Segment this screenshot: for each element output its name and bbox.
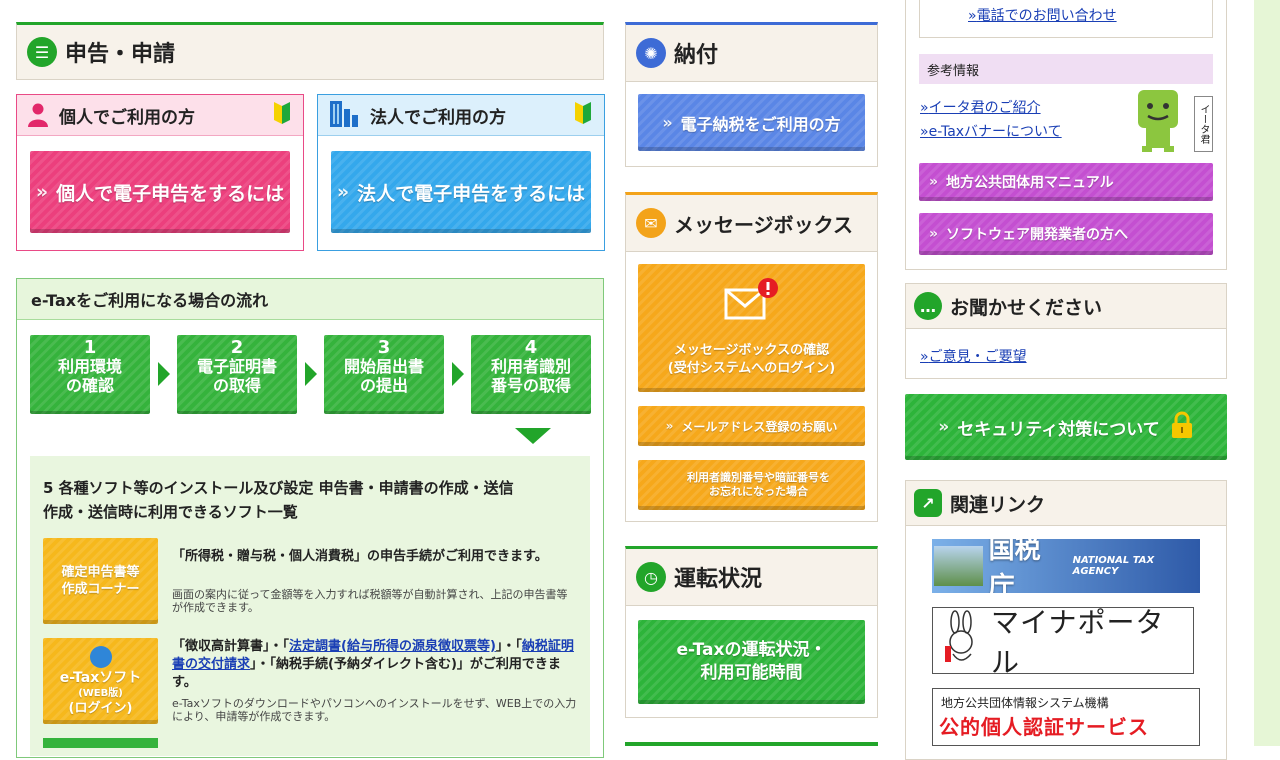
flow-step-3-button[interactable]: 3 開始届出書 の提出 xyxy=(324,335,444,414)
messagebox-confirm-button[interactable]: メッセージボックスの確認 (受付システムへのログイン) xyxy=(638,264,865,392)
software-list-title: 作成・送信時に利用できるソフト一覧 xyxy=(43,503,298,521)
individual-box: 個人でご利用の方 » 個人で電子申告をするには xyxy=(16,94,304,251)
feedback-header: … お聞かせください xyxy=(906,284,1226,329)
messagebox-header: ✉ メッセージボックス xyxy=(626,195,877,252)
etakun-label: イータ君 xyxy=(1194,96,1213,152)
chevron-right-icon: » xyxy=(665,419,674,433)
flow-step-1-button[interactable]: 1 利用環境 の確認 xyxy=(30,335,150,414)
chevron-right-icon: » xyxy=(336,181,350,203)
flow-title: e-Taxをご利用になる場合の流れ xyxy=(31,291,269,310)
opinion-link[interactable]: »ご意見・ご要望 xyxy=(920,346,1027,366)
etax-banner-link[interactable]: »e-Taxバナーについて xyxy=(920,121,1062,141)
envelope-icon: ✉ xyxy=(636,208,666,238)
related-title: 関連リンク xyxy=(950,493,1046,516)
etakun-intro-link[interactable]: »イータ君のご紹介 xyxy=(920,97,1041,117)
arrow-right-icon xyxy=(452,362,464,386)
messagebox-title: メッセージボックス xyxy=(674,212,853,237)
atom-icon: ✺ xyxy=(636,38,666,68)
chevron-right-icon: » xyxy=(968,8,977,24)
external-link-icon: ↗ xyxy=(914,489,942,517)
chevron-right-icon: » xyxy=(35,181,49,203)
hotei-chosho-link[interactable]: 法定調書(給与所得の源泉徴収票等) xyxy=(289,639,496,654)
operation-title: 運転状況 xyxy=(674,567,763,592)
arrow-right-icon xyxy=(158,362,170,386)
kakutei-corner-button[interactable]: 確定申告書等 作成コーナー xyxy=(43,538,158,624)
flow-step-4-button[interactable]: 4 利用者識別 番号の取得 xyxy=(471,335,591,414)
mynaportal-banner-link[interactable]: マイナポータル xyxy=(932,606,1194,679)
corporate-label: 法人でご利用の方 xyxy=(370,107,506,128)
arrow-down-icon xyxy=(515,428,551,444)
operation-header: ◷ 運転状況 xyxy=(626,549,877,606)
nta-building-icon xyxy=(934,546,983,586)
etax-web-login-button[interactable]: e-Taxソフト (WEB版) (ログイン) xyxy=(43,638,158,724)
page-side-stripe xyxy=(1254,0,1280,746)
reference-header: 参考情報 xyxy=(919,54,1213,84)
document-icon: ☰ xyxy=(27,37,57,67)
arrow-right-icon xyxy=(305,362,317,386)
rabbit-mascot-icon xyxy=(941,609,981,672)
next-software-button[interactable] xyxy=(43,738,158,748)
clock-icon: ◷ xyxy=(636,562,666,592)
chevron-right-icon: » xyxy=(929,226,939,242)
mail-register-button[interactable]: » メールアドレス登録のお願い xyxy=(638,406,865,446)
mail-alert-icon xyxy=(722,278,782,328)
beginner-mark-icon xyxy=(273,101,291,130)
individual-efile-button[interactable]: » 個人で電子申告をするには xyxy=(30,151,290,233)
shinkoku-title: 申告・申請 xyxy=(65,42,176,67)
chevron-right-icon: » xyxy=(938,417,950,437)
forgot-id-button[interactable]: 利用者識別番号や暗証番号を お忘れになった場合 xyxy=(638,460,865,510)
websoft-note: e-Taxソフトのダウンロードやパソコンへのインストールをせず、WEB上での入力… xyxy=(172,697,577,723)
beginner-mark-icon xyxy=(574,101,592,130)
next-panel-top xyxy=(625,742,878,746)
jpki-banner-link[interactable]: 地方公共団体情報システム機構 公的個人認証サービス xyxy=(932,688,1200,746)
nta-banner-link[interactable]: 国税庁 NATIONAL TAX AGENCY xyxy=(932,539,1200,593)
building-icon xyxy=(328,99,360,132)
speech-bubble-icon: … xyxy=(914,292,942,320)
local-gov-manual-button[interactable]: » 地方公共団体用マニュアル xyxy=(919,163,1213,201)
chevron-right-icon: » xyxy=(662,113,673,132)
e-payment-button[interactable]: » 電子納税をご利用の方 xyxy=(638,94,865,151)
etakun-mascot-icon xyxy=(1132,88,1184,158)
chevron-right-icon: » xyxy=(929,174,939,190)
globe-icon xyxy=(89,646,112,668)
software-developer-button[interactable]: » ソフトウェア開発業者の方へ xyxy=(919,213,1213,255)
operation-status-button[interactable]: e-Taxの運転状況・ 利用可能時間 xyxy=(638,620,865,704)
payment-header: ✺ 納付 xyxy=(626,25,877,82)
corporate-box: 法人でご利用の方 » 法人で電子申告をするには xyxy=(317,94,605,251)
shinkoku-header: ☰ 申告・申請 xyxy=(16,22,604,80)
websoft-description: 「徴収高計算書」・「法定調書(給与所得の源泉徴収票等)」・「納税証明書の交付請求… xyxy=(172,639,574,690)
corner-description: 「所得税・贈与税・個人消費税」の申告手続がご利用できます。 xyxy=(172,549,548,564)
corporate-box-header: 法人でご利用の方 xyxy=(318,95,604,136)
person-icon xyxy=(27,103,49,127)
flow-header: e-Taxをご利用になる場合の流れ xyxy=(17,279,603,320)
phone-contact-link[interactable]: »電話でのお問い合わせ xyxy=(968,5,1117,25)
individual-label: 個人でご利用の方 xyxy=(59,107,195,128)
security-button[interactable]: » セキュリティ対策について xyxy=(905,394,1227,460)
related-header: ↗ 関連リンク xyxy=(906,481,1226,526)
corporate-efile-button[interactable]: » 法人で電子申告をするには xyxy=(331,151,591,233)
step5-title: 5 各種ソフト等のインストール及び設定 申告書・申請書の作成・送信 xyxy=(43,479,514,497)
individual-box-header: 個人でご利用の方 xyxy=(17,95,303,136)
feedback-title: お聞かせください xyxy=(950,296,1103,319)
corner-note: 画面の案内に従って金額等を入力すれば税額等が自動計算され、上記の申告書等が作成で… xyxy=(172,588,568,614)
lock-icon xyxy=(1170,411,1194,444)
payment-title: 納付 xyxy=(674,43,719,68)
flow-step-2-button[interactable]: 2 電子証明書 の取得 xyxy=(177,335,297,414)
